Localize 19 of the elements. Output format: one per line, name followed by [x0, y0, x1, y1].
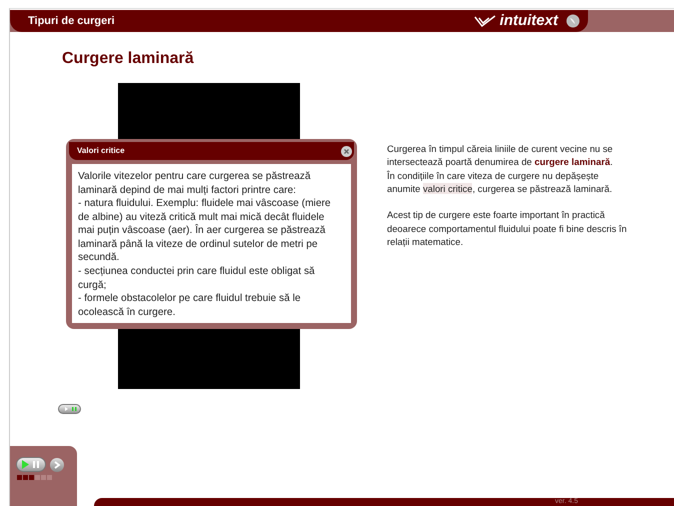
bird-logo-icon	[474, 14, 496, 28]
chevron-right-icon	[53, 460, 61, 468]
globe-icon[interactable]	[566, 14, 580, 28]
description-text: Acest tip de curgere este foarte important în practică deoarece comportamentul fluidului poate fi bine descris în relații matematice.	[387, 208, 627, 248]
page-heading: Curgere laminară	[62, 49, 194, 68]
brand-logo: intuitext	[500, 10, 558, 31]
description-text: Curgerea în timpul căreia liniile de curent vecine nu se intersectează poartă denumirea de curgere laminară.	[387, 142, 614, 169]
description-text: În condițiile în care viteza de curgere nu depășește anumite valori critice, curgerea se păstrează laminară.	[387, 168, 614, 196]
play-toggle[interactable]	[58, 404, 81, 414]
critical-values-link[interactable]: valori critice	[422, 183, 472, 194]
play-pause-button[interactable]	[16, 457, 46, 472]
popup-title: Valori critice	[77, 145, 125, 157]
popup-text: - natura fluidului. Exemplu: fluidele mai vâscoase (miere de albine) au viteză critică mult mai mică decât fluidele mai puțin vâscoase (aer). În aer curgerea se păstrează laminară până la viteze de ordinul sutelor de metri pe secundă.	[78, 197, 331, 265]
close-icon[interactable]	[341, 146, 352, 156]
header-title: Tipuri de curgeri	[28, 14, 115, 29]
popup-text: - secțiunea conductei prin care fluidul este obligat să curgă;	[78, 264, 316, 292]
next-button[interactable]	[50, 458, 64, 472]
popup-text: Valorile vitezelor pentru care curgerea se păstrează laminară depind de mai mulți factori printre care:	[78, 170, 312, 198]
popup-text: - formele obstacolelor pe care fluidul trebuie să le ocolească în curgere.	[78, 292, 302, 320]
